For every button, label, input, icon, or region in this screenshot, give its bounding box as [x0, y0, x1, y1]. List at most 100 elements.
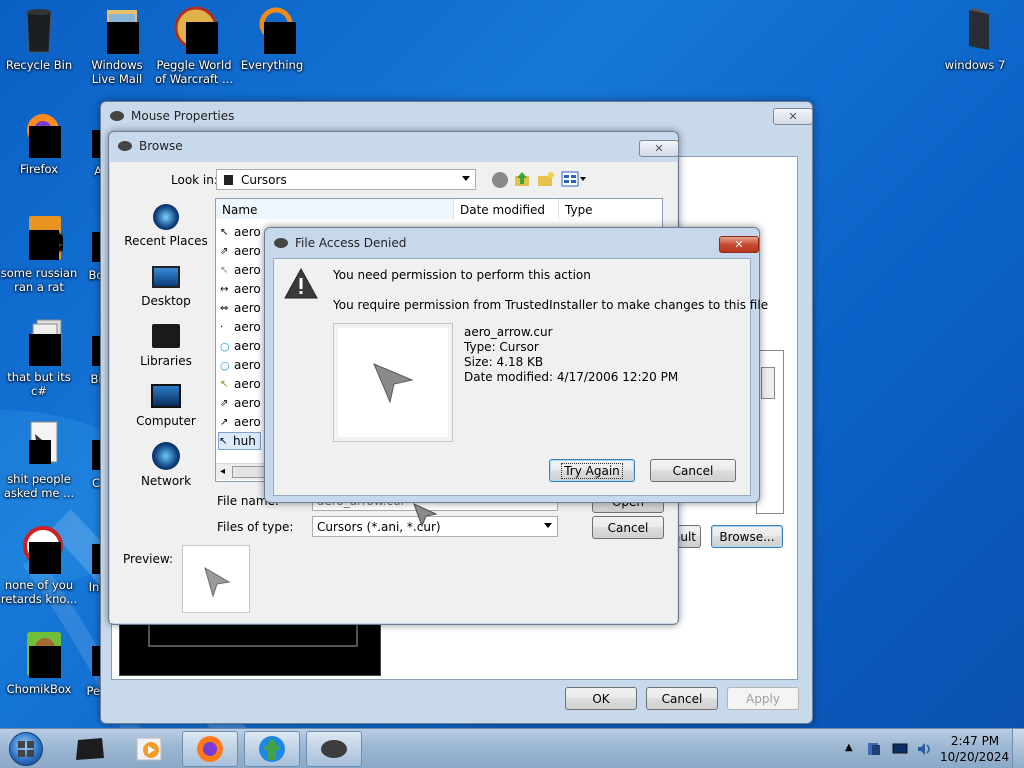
column-header-date[interactable]: Date modified [454, 199, 559, 219]
mouse-properties-titlebar[interactable]: Mouse Properties [101, 102, 812, 130]
cursor-file-icon: ⇗ [220, 245, 229, 257]
file-type-value: Type: Cursor [464, 340, 539, 354]
browse-button[interactable]: Browse... [711, 525, 783, 548]
warning-icon [284, 267, 318, 299]
desktop-icon-label: windows 7 [944, 58, 1006, 72]
desktop-icon-retards[interactable]: none of you retards kno... [0, 526, 78, 606]
ie-icon: e [15, 214, 65, 262]
desktop-icon-firefox[interactable]: Firefox [0, 110, 78, 176]
look-in-combo[interactable]: Cursors [216, 169, 476, 190]
network-icon [152, 442, 180, 470]
desktop-icon-russian-rat[interactable]: e some russian ran a rat [0, 214, 78, 294]
network-tray-icon[interactable] [892, 741, 908, 757]
taskbar-media-player[interactable] [122, 731, 178, 767]
arrow-cursor-icon [204, 566, 231, 598]
place-computer[interactable]: Computer [121, 378, 211, 434]
taskbar-internet-download-manager[interactable] [244, 731, 300, 767]
list-item[interactable]: ↖ huh [218, 432, 261, 450]
clock-date[interactable]: 10/20/2024 [940, 750, 1009, 764]
everything-icon [248, 6, 296, 54]
list-item[interactable]: ↖ aero [220, 261, 261, 279]
file-size-value: Size: 4.18 KB [464, 355, 544, 369]
taskbar-firefox[interactable] [182, 731, 238, 767]
desktop-icon-csharp[interactable]: that but its c# [0, 318, 78, 398]
view-menu-icon[interactable] [561, 170, 587, 188]
cursor-file-icon: ↖ [219, 435, 228, 447]
taskbar-mouse-properties[interactable] [306, 731, 362, 767]
desktop-icon-label: Peggle World of Warcraft ... [155, 58, 233, 86]
scrollbar-thumb[interactable] [761, 367, 775, 399]
desktop-icon-recycle-bin[interactable]: Recycle Bin [0, 6, 78, 72]
list-item[interactable]: ○ aero [220, 337, 261, 355]
list-item[interactable]: ↖ aero [220, 223, 261, 241]
action-center-icon[interactable] [866, 741, 882, 757]
show-hidden-icons-icon[interactable]: ▲ [845, 742, 853, 753]
dialog-message: You require permission from TrustedInsta… [333, 298, 769, 312]
new-folder-icon[interactable] [537, 170, 555, 188]
desktop-icon-windows-live-mail[interactable]: Windows Live Mail [78, 6, 156, 86]
dialog-titlebar[interactable]: File Access Denied [265, 228, 759, 258]
file-thumbnail [333, 323, 453, 442]
start-button[interactable] [4, 730, 48, 768]
hidden-icon-block [92, 646, 100, 676]
list-item[interactable]: · aero [220, 318, 261, 336]
desktop-icon-label: Recycle Bin [5, 58, 73, 72]
media-player-icon [136, 737, 162, 761]
desktop-icon-windows7[interactable]: windows 7 [936, 6, 1014, 72]
close-button[interactable]: ✕ [773, 108, 813, 125]
clock-time[interactable]: 2:47 PM [944, 734, 1006, 748]
cursor-file-icon: ↖ [220, 378, 229, 390]
desktop-icon-label: shit people asked me ... [3, 472, 75, 500]
taskbar-explorer[interactable] [62, 731, 118, 767]
cursor-file-icon: · [220, 321, 224, 333]
look-in-label: Look in: [171, 173, 218, 187]
apply-button[interactable]: Apply [727, 687, 799, 710]
place-network[interactable]: Network [121, 438, 211, 494]
cursor-file-icon: ↗ [220, 416, 229, 428]
mouse-icon [321, 740, 347, 758]
place-libraries[interactable]: Libraries [121, 318, 211, 374]
desktop-icon-chomikbox[interactable]: ChomikBox [0, 630, 78, 696]
download-manager-icon [259, 736, 285, 762]
volume-icon[interactable] [916, 741, 932, 757]
preview-label: Preview: [123, 552, 174, 566]
column-header-type[interactable]: Type [559, 199, 649, 219]
scroll-left-icon[interactable]: ◂ [220, 466, 225, 477]
list-item[interactable]: ↖ aero [220, 375, 261, 393]
files-of-type-label: Files of type: [217, 520, 294, 534]
desktop-icon-label: Firefox [19, 162, 59, 176]
list-item[interactable]: ○ aero [220, 356, 261, 374]
desktop-icon-peggle[interactable]: Peggle World of Warcraft ... [155, 6, 233, 86]
ok-button[interactable]: OK [565, 687, 637, 710]
cancel-button[interactable]: Cancel [650, 459, 736, 482]
show-desktop-button[interactable] [1012, 729, 1024, 768]
place-recent[interactable]: Recent Places [121, 198, 211, 254]
place-desktop[interactable]: Desktop [121, 258, 211, 314]
desktop-icon-label: Everything [240, 58, 304, 72]
try-again-button[interactable]: Try Again [549, 459, 635, 482]
up-folder-icon[interactable] [513, 170, 531, 188]
back-icon[interactable] [492, 172, 508, 188]
cursor-file-icon: ↔ [220, 283, 229, 295]
mouse-icon [118, 141, 132, 151]
desktop-icon-people-asked[interactable]: shit people asked me ... [0, 420, 78, 500]
list-item[interactable]: ⇗ aero [220, 242, 261, 260]
list-item[interactable]: ⇗ aero [220, 394, 261, 412]
column-header-name[interactable]: Name [216, 199, 454, 219]
cancel-button[interactable]: Cancel [592, 516, 664, 539]
list-item[interactable]: ⇔ aero [220, 299, 261, 317]
close-button[interactable]: ✕ [639, 140, 679, 157]
desktop-icon-everything[interactable]: Everything [233, 6, 311, 72]
windows-logo-icon [9, 732, 43, 766]
window-title: Mouse Properties [131, 109, 235, 123]
file-explorer-icon [76, 738, 104, 760]
cancel-button[interactable]: Cancel [646, 687, 718, 710]
browse-titlebar[interactable]: Browse [109, 132, 678, 160]
preview-box [182, 545, 250, 613]
close-button[interactable]: ✕ [719, 236, 759, 253]
list-item[interactable]: ↗ aero [220, 413, 261, 431]
mouse-icon [110, 111, 124, 121]
list-item[interactable]: ↔ aero [220, 280, 261, 298]
desktop-icon-label: some russian ran a rat [0, 266, 78, 294]
peggle-icon [170, 6, 218, 54]
